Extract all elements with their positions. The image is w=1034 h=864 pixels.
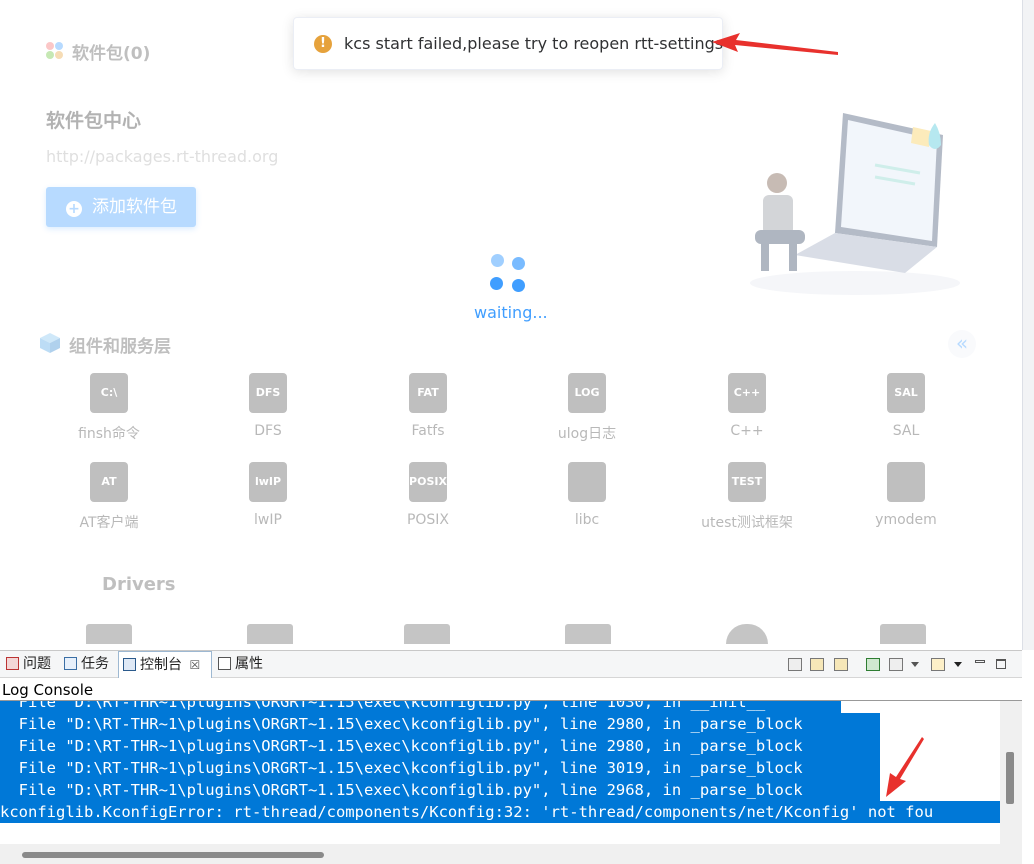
console-line[interactable]: File "D:\RT-THR~1\plugins\ORGRT~1.15\exe… — [0, 735, 880, 757]
pin-console-icon[interactable] — [866, 658, 880, 671]
component-item[interactable]: AT AT客户端 — [49, 462, 169, 532]
terminal-icon: C:\ — [90, 373, 128, 413]
component-label: utest测试框架 — [701, 515, 793, 531]
tasks-icon — [64, 657, 77, 670]
component-item[interactable]: ymodem — [846, 462, 966, 528]
tab-problems[interactable]: 问题 — [2, 651, 55, 678]
maximize-icon[interactable] — [996, 659, 1006, 669]
error-toast: ! kcs start failed,please try to reopen … — [293, 17, 723, 70]
annotation-arrow — [712, 33, 838, 55]
console-line[interactable]: File "D:\RT-THR~1\plugins\ORGRT~1.15\exe… — [0, 757, 880, 779]
cube-icon — [40, 333, 60, 353]
clear-console-icon[interactable] — [788, 658, 802, 671]
loading-spinner — [488, 252, 528, 292]
component-label: lwIP — [254, 512, 282, 528]
component-label: Fatfs — [411, 423, 445, 439]
console-output[interactable]: File "D:\RT-THR~1\plugins\ORGRT~1.15\exe… — [0, 701, 1000, 844]
component-item[interactable]: LOG ulog日志 — [527, 373, 647, 443]
vertical-scroll-thumb[interactable] — [1006, 752, 1014, 804]
settings-view: 软件包(0) 软件包中心 http://packages.rt-thread.o… — [0, 0, 1022, 644]
chevron-down-icon[interactable] — [954, 662, 962, 667]
component-label: ulog日志 — [557, 426, 617, 442]
laptop-illustration — [750, 113, 960, 295]
components-title: 组件和服务层 — [69, 337, 171, 357]
console-line[interactable]: File "D:\RT-THR~1\plugins\ORGRT~1.15\exe… — [0, 779, 880, 801]
packages-title: 软件包(0) — [72, 44, 151, 64]
console-line[interactable]: kconfiglib.KconfigError: rt-thread/compo… — [0, 801, 1000, 823]
component-item[interactable]: C++ C++ — [687, 373, 807, 439]
display-console-icon[interactable] — [889, 658, 903, 671]
new-console-icon[interactable] — [931, 658, 945, 671]
component-label: POSIX — [406, 512, 450, 528]
log-icon: LOG — [568, 373, 606, 413]
minimize-icon[interactable] — [975, 660, 985, 663]
component-item[interactable]: SAL SAL — [846, 373, 966, 439]
monitor-icon: lwIP — [249, 462, 287, 502]
folder-icon: DFS — [249, 373, 287, 413]
component-item[interactable]: FAT Fatfs — [368, 373, 488, 439]
horizontal-scroll-thumb[interactable] — [22, 852, 324, 858]
component-item[interactable]: TEST utest测试框架 — [687, 462, 807, 532]
view-border — [1022, 0, 1034, 650]
driver-icon[interactable] — [404, 624, 450, 644]
package-center-title: 软件包中心 — [46, 110, 142, 132]
console-icon — [123, 658, 136, 671]
tab-console[interactable]: 控制台 ☒ — [118, 651, 212, 678]
component-label: SAL — [892, 423, 920, 439]
add-package-button[interactable]: + 添加软件包 — [46, 187, 196, 227]
console-line[interactable]: File "D:\RT-THR~1\plugins\ORGRT~1.15\exe… — [0, 701, 841, 713]
tab-tasks[interactable]: 任务 — [60, 651, 113, 678]
component-label: finsh命令 — [78, 426, 140, 442]
toast-message: kcs start failed,please try to reopen rt… — [344, 34, 724, 53]
component-item[interactable]: POSIX POSIX — [368, 462, 488, 528]
component-label: AT客户端 — [79, 515, 139, 531]
driver-icon[interactable] — [86, 624, 132, 644]
packages-icon — [46, 42, 64, 60]
chip-icon: POSIX — [409, 462, 447, 502]
tab-properties[interactable]: 属性 — [214, 651, 267, 678]
flask-icon: TEST — [728, 462, 766, 502]
at-icon: AT — [90, 462, 128, 502]
properties-icon — [218, 657, 231, 670]
scroll-lock-icon[interactable] — [810, 658, 824, 671]
component-label: DFS — [254, 423, 282, 439]
component-label: C++ — [730, 423, 764, 439]
router-icon: SAL — [887, 373, 925, 413]
console-line[interactable]: File "D:\RT-THR~1\plugins\ORGRT~1.15\exe… — [0, 713, 880, 735]
driver-icon[interactable] — [726, 624, 768, 644]
warning-icon: ! — [314, 35, 332, 53]
component-item[interactable]: C:\ finsh命令 — [49, 373, 169, 443]
collapse-icon[interactable]: « — [948, 330, 976, 358]
loading-text: waiting... — [474, 303, 548, 322]
package-center-url[interactable]: http://packages.rt-thread.org — [46, 147, 278, 166]
problems-icon — [6, 657, 19, 670]
chevron-down-icon[interactable] — [911, 662, 919, 667]
component-label: ymodem — [875, 512, 937, 528]
driver-icon[interactable] — [247, 624, 293, 644]
phone-icon — [887, 462, 925, 502]
driver-icon[interactable] — [880, 624, 926, 644]
plus-icon: + — [66, 201, 82, 217]
folder-icon: FAT — [409, 373, 447, 413]
annotation-arrow — [886, 737, 924, 797]
close-icon[interactable]: ☒ — [189, 658, 200, 672]
panel-tab-bar: 问题 任务 控制台 ☒ 属性 — [0, 650, 1022, 678]
word-wrap-icon[interactable] — [834, 658, 848, 671]
drivers-title: Drivers — [102, 574, 176, 595]
console-title: Log Console — [0, 678, 1022, 701]
file-icon: C++ — [728, 373, 766, 413]
component-label: libc — [574, 512, 600, 528]
books-icon — [568, 462, 606, 502]
component-item[interactable]: DFS DFS — [208, 373, 328, 439]
component-item[interactable]: libc — [527, 462, 647, 528]
driver-icon[interactable] — [565, 624, 611, 644]
component-item[interactable]: lwIP lwIP — [208, 462, 328, 528]
